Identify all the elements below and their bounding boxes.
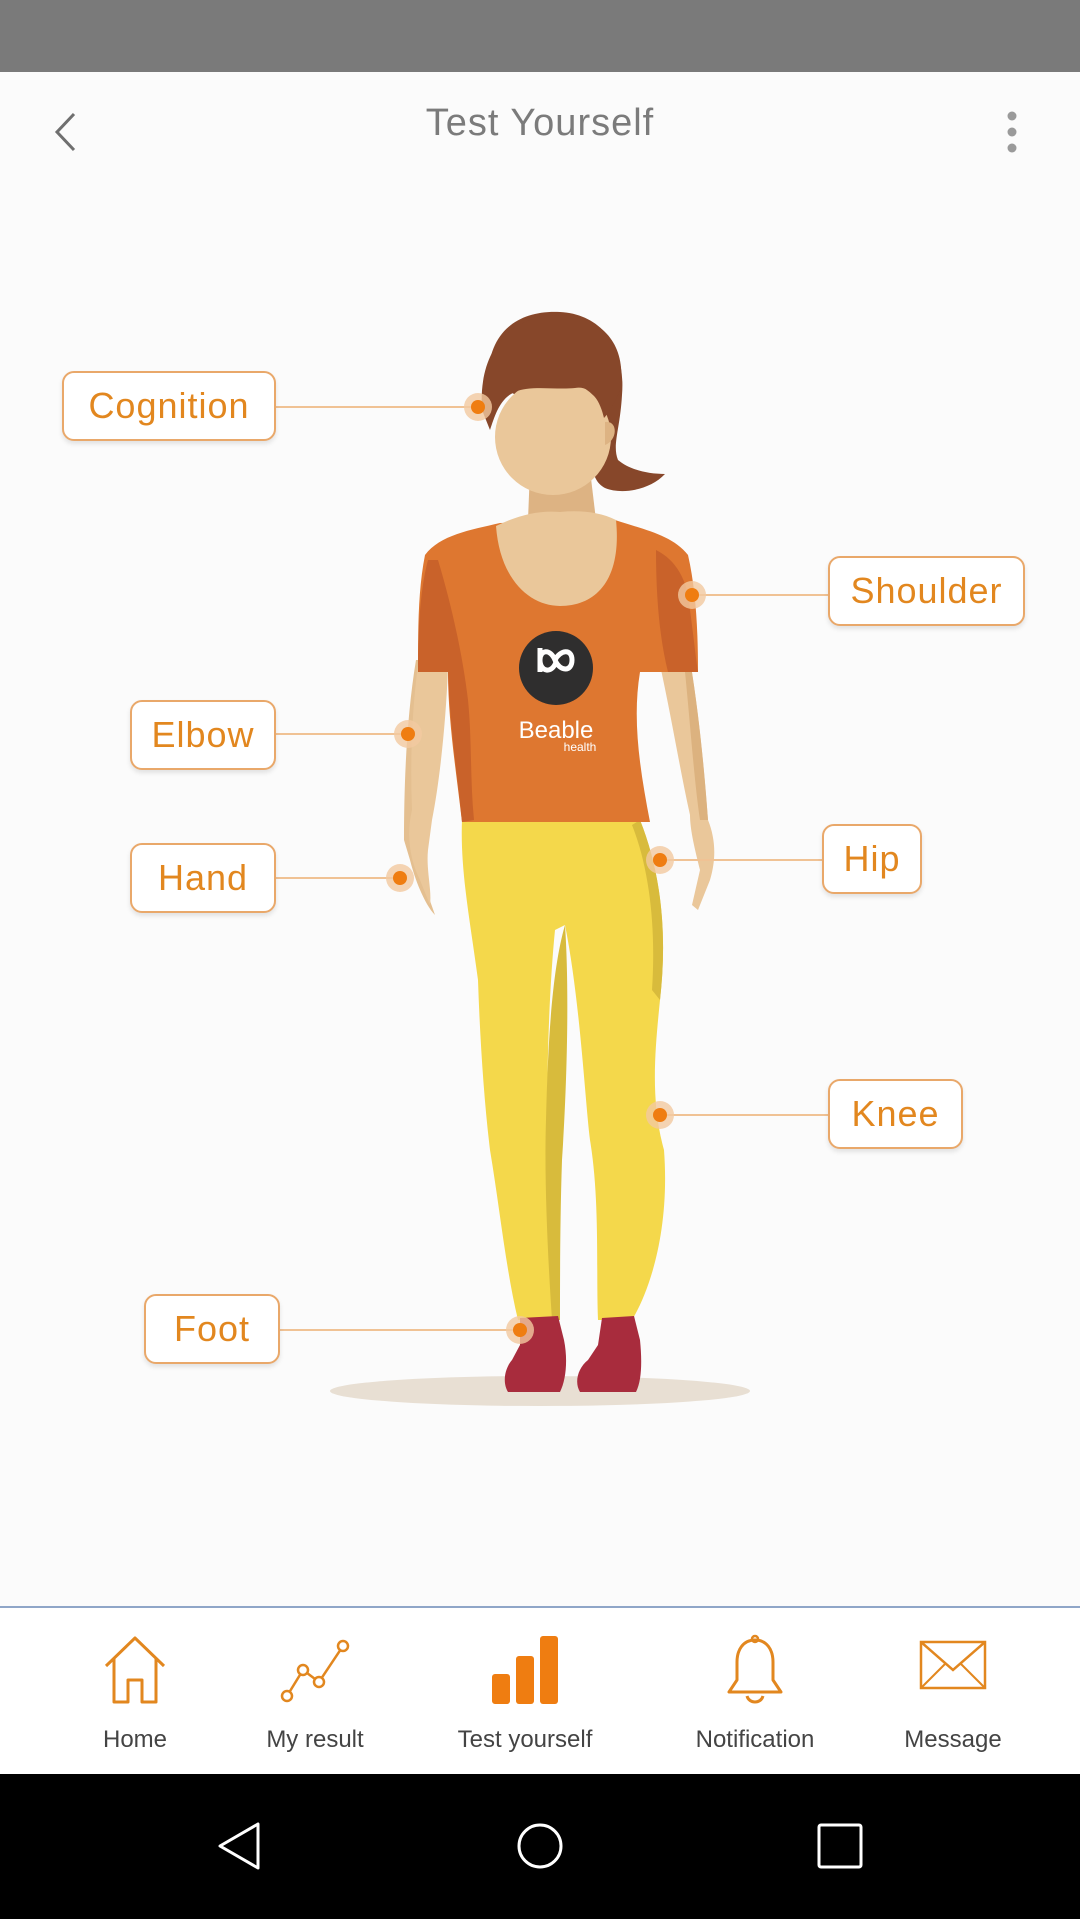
face (495, 379, 611, 495)
system-back-button[interactable] (210, 1816, 270, 1876)
system-navigation-bar (0, 1774, 1080, 1919)
line-chart-icon (280, 1639, 350, 1703)
nav-notification-label: Notification (695, 1726, 815, 1753)
hand-hotspot-dot (386, 864, 414, 892)
home-icon (104, 1636, 166, 1704)
triangle-back-icon (218, 1822, 260, 1870)
nav-message[interactable]: Message (885, 1608, 1021, 1774)
foot-hotspot-dot (506, 1316, 534, 1344)
bar-chart-icon (492, 1636, 558, 1704)
bottom-navigation: Home My result Test yourself Notificatio… (0, 1606, 1080, 1774)
nav-message-label: Message (904, 1726, 1002, 1753)
shoulder-hotspot-dot (678, 581, 706, 609)
cognition-hotspot-dot (464, 393, 492, 421)
hip-hotspot-dot (646, 846, 674, 874)
nav-home[interactable]: Home (70, 1608, 200, 1774)
square-recents-icon (817, 1823, 863, 1869)
system-recents-button[interactable] (810, 1816, 870, 1876)
hand-label-button[interactable]: Hand (130, 843, 276, 913)
circle-home-icon (517, 1823, 563, 1869)
cognition-label-button[interactable]: Cognition (62, 371, 276, 441)
nav-home-label: Home (102, 1726, 168, 1753)
knee-label-button[interactable]: Knee (828, 1079, 963, 1149)
elbow-hotspot-dot (394, 720, 422, 748)
nav-notification[interactable]: Notification (675, 1608, 835, 1774)
bell-icon (727, 1634, 783, 1704)
system-home-button[interactable] (510, 1816, 570, 1876)
nav-my-result-label: My result (266, 1726, 364, 1753)
nav-test-yourself-label: Test yourself (457, 1726, 593, 1753)
knee-hotspot-dot (646, 1101, 674, 1129)
right-arm (660, 660, 715, 910)
nav-my-result[interactable]: My result (250, 1608, 380, 1774)
beable-logo-circle (519, 631, 593, 705)
shirt-logo-sub: health (564, 740, 597, 754)
hip-label-button[interactable]: Hip (822, 824, 922, 894)
foot-label-button[interactable]: Foot (144, 1294, 280, 1364)
shoulder-label-button[interactable]: Shoulder (828, 556, 1025, 626)
nav-test-yourself[interactable]: Test yourself (440, 1608, 610, 1774)
elbow-label-button[interactable]: Elbow (130, 700, 276, 770)
right-shoe (577, 1316, 642, 1392)
envelope-icon (919, 1640, 987, 1690)
